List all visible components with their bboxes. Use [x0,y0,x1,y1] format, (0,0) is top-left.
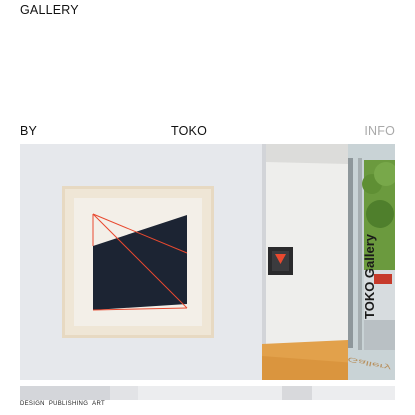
next-image-preview[interactable] [20,386,395,400]
info-link[interactable]: INFO [364,125,395,138]
tag-design[interactable]: DESIGN [20,401,45,407]
category-tags: DESIGN PUBLISHING ART [20,401,105,407]
hero-gallery-image[interactable]: TOKO Gallery Gallery [20,144,395,380]
tag-art[interactable]: ART [92,401,105,407]
gallery-wordmark[interactable]: GALLERY [20,4,79,17]
window-lettering: TOKO Gallery [362,233,377,319]
toko-wordmark[interactable]: TOKO [171,125,207,138]
gallery-photo: TOKO Gallery Gallery [20,144,395,380]
tag-publishing[interactable]: PUBLISHING [49,401,88,407]
by-wordmark: BY [20,124,38,138]
